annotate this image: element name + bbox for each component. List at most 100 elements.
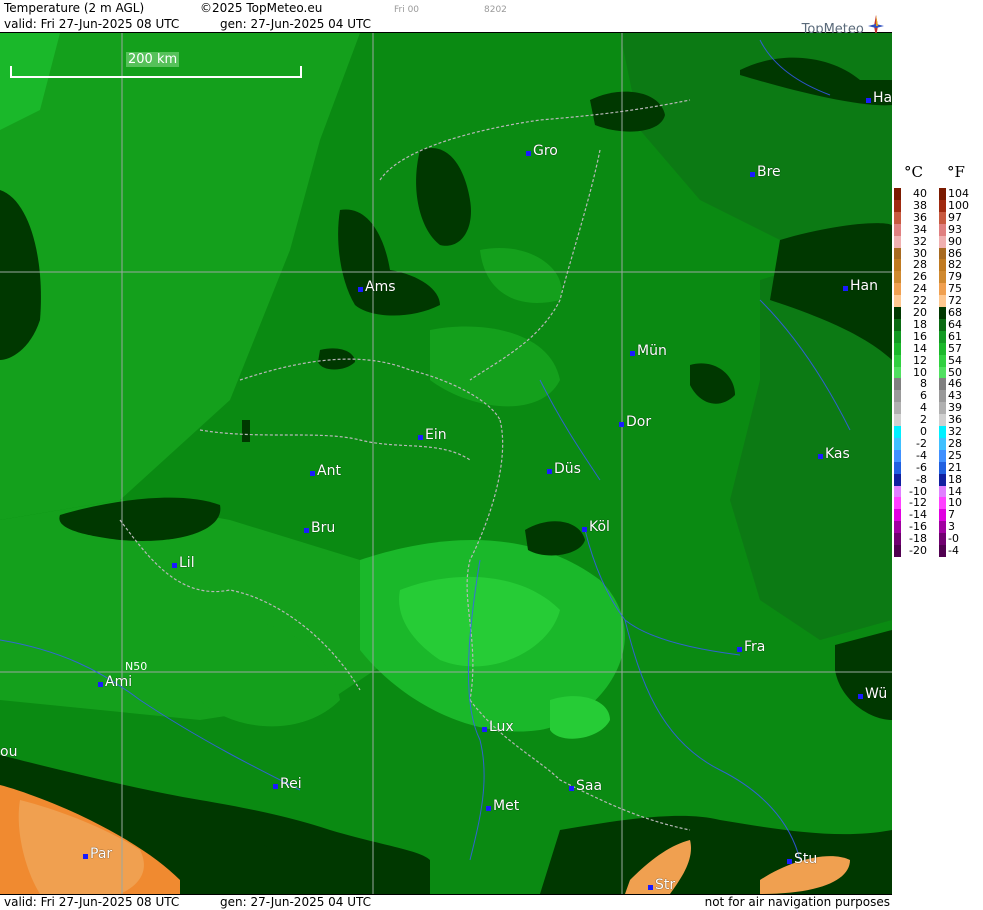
city-label: Kas <box>818 446 850 462</box>
legend-swatch-fahrenheit <box>939 211 946 224</box>
legend-swatch-fahrenheit <box>939 342 946 355</box>
legend-swatch-celsius <box>894 545 901 557</box>
legend-swatch-celsius <box>894 235 901 248</box>
latitude-label: N50 <box>125 660 148 673</box>
legend-swatch-celsius <box>894 414 901 427</box>
city-label: Ami <box>98 674 132 690</box>
footer-valid-time: valid: Fri 27-Jun-2025 08 UTC <box>4 895 180 909</box>
legend-value-fahrenheit: 90 <box>948 234 962 248</box>
city-label: Par <box>83 846 112 862</box>
city-label: Düs <box>547 461 581 477</box>
legend-swatch-celsius <box>894 211 901 224</box>
city-label: Mün <box>630 343 667 359</box>
legend-swatch-fahrenheit <box>939 247 946 260</box>
legend-swatch-fahrenheit <box>939 402 946 415</box>
scale-bar <box>10 66 302 78</box>
unit-celsius: °C <box>904 163 923 181</box>
legend-value-celsius: 34 <box>913 222 927 236</box>
legend-value-celsius: -6 <box>916 460 927 474</box>
code-label: 8202 <box>484 5 507 15</box>
city-label: Fra <box>737 639 765 655</box>
city-label: Ant <box>310 463 341 479</box>
legend-swatch-fahrenheit <box>939 521 946 534</box>
legend-swatch-celsius <box>894 390 901 403</box>
legend-swatch-fahrenheit <box>939 271 946 284</box>
footer-gen-time: gen: 27-Jun-2025 04 UTC <box>220 895 372 909</box>
legend-value-celsius: -4 <box>916 448 927 462</box>
disclaimer: not for air navigation purposes <box>704 895 890 909</box>
city-label: Köl <box>582 519 610 535</box>
legend-swatch-fahrenheit <box>939 461 946 474</box>
legend-swatch-celsius <box>894 342 901 355</box>
gen-time: gen: 27-Jun-2025 04 UTC <box>220 17 372 31</box>
legend-swatch-celsius <box>894 521 901 534</box>
run-label: Fri 00 <box>394 5 420 15</box>
legend-swatch-fahrenheit <box>939 497 946 510</box>
legend-swatch-fahrenheit <box>939 378 946 391</box>
legend-swatch-fahrenheit <box>939 426 946 438</box>
legend-value-fahrenheit: 18 <box>948 472 962 486</box>
legend-swatch-celsius <box>894 307 901 319</box>
legend-swatch-celsius <box>894 330 901 343</box>
legend-swatch-celsius <box>894 354 901 367</box>
legend-value-celsius: 14 <box>913 341 927 355</box>
legend-value-fahrenheit: 93 <box>948 222 962 236</box>
temperature-legend: °C °F 40 104 38 100 36 97 34 93 32 90 30 86 28 82 26 79… <box>892 0 983 909</box>
legend-swatch-celsius <box>894 437 901 450</box>
legend-swatch-celsius <box>894 318 901 331</box>
legend-value-fahrenheit: 54 <box>948 353 962 367</box>
map-header: Temperature (2 m AGL) ©2025 TopMeteo.eu … <box>0 0 892 37</box>
legend-swatch-fahrenheit <box>939 259 946 272</box>
legend-swatch-celsius <box>894 509 901 522</box>
city-label: Ams <box>358 279 396 295</box>
legend-swatch-celsius <box>894 223 901 236</box>
legend-value-fahrenheit: 97 <box>948 210 962 224</box>
city-label: Dor <box>619 414 651 430</box>
legend-swatch-celsius <box>894 473 901 486</box>
scale-label: 200 km <box>126 52 180 67</box>
city-label: Lil <box>172 555 195 571</box>
legend-value-fahrenheit: 25 <box>948 448 962 462</box>
legend-value-celsius: -8 <box>916 472 927 486</box>
legend-value-fahrenheit: 61 <box>948 329 962 343</box>
legend-swatch-fahrenheit <box>939 533 946 546</box>
city-label: Saa <box>569 778 602 794</box>
legend-value-celsius: 12 <box>913 353 927 367</box>
legend-swatch-celsius <box>894 199 901 212</box>
temperature-map[interactable]: 200 km N50 Ha Gro Bre Ams Han Mün Dor Ei… <box>0 33 892 894</box>
legend-swatch-fahrenheit <box>939 295 946 308</box>
city-label: Met <box>486 798 519 814</box>
legend-swatch-fahrenheit <box>939 354 946 367</box>
valid-time: valid: Fri 27-Jun-2025 08 UTC <box>4 17 180 31</box>
legend-swatch-celsius <box>894 485 901 498</box>
legend-value-celsius: 36 <box>913 210 927 224</box>
legend-swatch-celsius <box>894 449 901 462</box>
city-label: Bru <box>304 520 335 536</box>
legend-swatch-celsius <box>894 497 901 510</box>
legend-swatch-celsius <box>894 188 901 200</box>
legend-swatch-fahrenheit <box>939 545 946 557</box>
legend-swatch-celsius <box>894 402 901 415</box>
legend-swatch-fahrenheit <box>939 414 946 427</box>
unit-fahrenheit: °F <box>947 163 965 181</box>
map-title: Temperature (2 m AGL) <box>4 1 145 15</box>
legend-swatch-celsius <box>894 259 901 272</box>
city-label: Ein <box>418 427 447 443</box>
city-label: Str <box>648 877 675 893</box>
legend-value-celsius: 32 <box>913 234 927 248</box>
legend-swatch-fahrenheit <box>939 390 946 403</box>
legend-value-celsius: 16 <box>913 329 927 343</box>
legend-swatch-fahrenheit <box>939 366 946 379</box>
legend-value-fahrenheit: 57 <box>948 341 962 355</box>
legend-swatch-celsius <box>894 461 901 474</box>
city-label: Wü <box>858 686 887 702</box>
legend-swatch-celsius <box>894 378 901 391</box>
legend-swatch-fahrenheit <box>939 449 946 462</box>
city-label: Lux <box>482 719 514 735</box>
legend-swatch-celsius <box>894 533 901 546</box>
copyright-text: ©2025 TopMeteo.eu <box>200 1 323 15</box>
city-label: Bre <box>750 164 781 180</box>
city-label: Stu <box>787 851 817 867</box>
legend-value-celsius: -20 <box>909 544 927 557</box>
city-label: Ha <box>866 90 892 106</box>
